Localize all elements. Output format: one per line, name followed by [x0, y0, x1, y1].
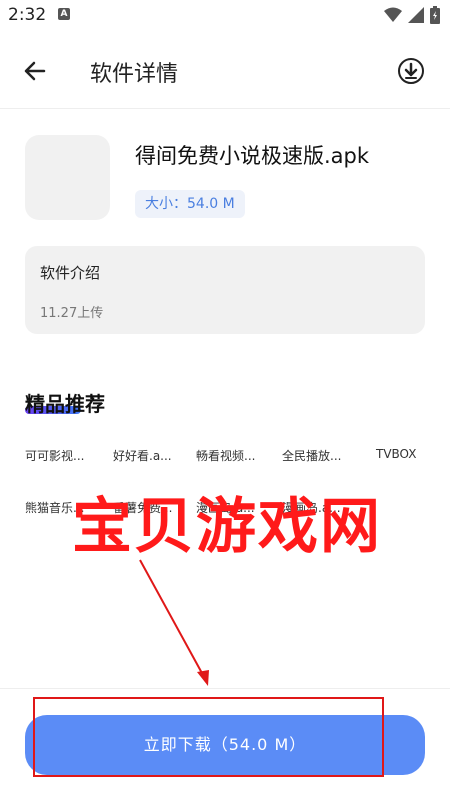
status-indicators: [384, 6, 440, 24]
intro-title: 软件介绍: [40, 264, 101, 282]
upload-date: 11.27上传: [40, 306, 104, 321]
download-circle-icon: [398, 58, 424, 84]
recommend-item[interactable]: 全民播放...: [282, 447, 341, 464]
recommend-item[interactable]: 好好看.a...: [113, 447, 172, 464]
bottom-divider: [0, 688, 450, 689]
download-manager-button[interactable]: [396, 56, 426, 86]
signal-icon: [408, 7, 424, 23]
arrow-left-icon: [24, 61, 46, 81]
page-title: 软件详情: [90, 62, 179, 87]
app-icon: [25, 135, 110, 220]
recommend-item[interactable]: 畅看视频...: [196, 447, 255, 464]
app-name: 得间免费小说极速版.apk: [135, 144, 370, 168]
recommend-item[interactable]: 可可影视...: [25, 447, 84, 464]
app-bar: 软件详情: [0, 32, 450, 109]
intro-card: 软件介绍 11.27上传: [25, 246, 425, 334]
size-badge: 大小：54.0 M: [135, 190, 245, 218]
recommend-item[interactable]: TVBOX: [376, 447, 416, 461]
status-time: 2:32: [8, 5, 47, 25]
wifi-icon: [384, 7, 402, 22]
watermark-text: 宝贝游戏网: [72, 492, 382, 562]
battery-icon: [430, 6, 440, 24]
status-bar: 2:32 A: [0, 0, 450, 32]
recommend-title: 精品推荐: [25, 392, 105, 416]
notification-a-icon: A: [58, 8, 70, 20]
annotation-box: [33, 697, 384, 777]
back-button[interactable]: [20, 56, 50, 86]
